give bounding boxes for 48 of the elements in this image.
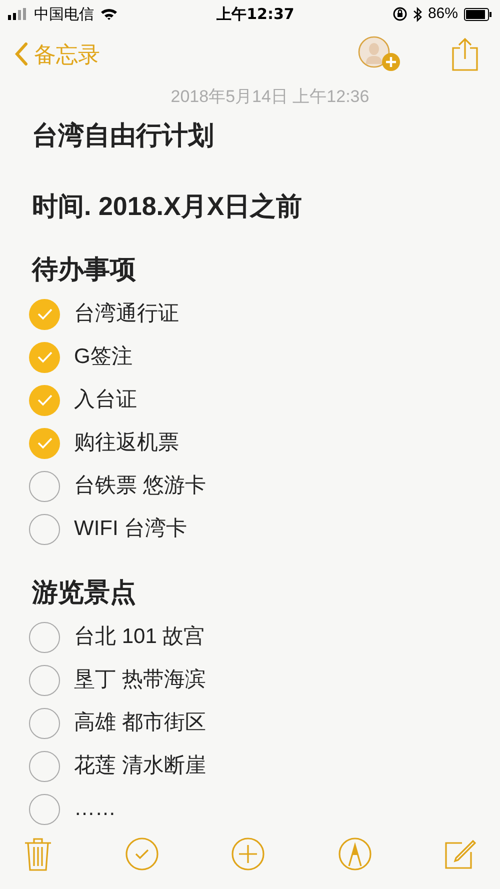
checkbox[interactable] [29,298,60,330]
bluetooth-icon [412,6,422,22]
checkbox[interactable] [29,664,60,696]
battery-icon [464,8,492,20]
add-person-icon[interactable] [358,36,402,72]
section-heading: 待办事项 [32,252,137,286]
compose-icon[interactable] [444,838,476,870]
trash-icon[interactable] [24,837,52,871]
pen-tip-icon[interactable] [338,837,372,871]
signal-icon [8,8,28,20]
wifi-icon [100,7,118,21]
checkbox[interactable] [29,750,60,782]
battery-percent: 86% [428,4,458,24]
note-heading: 时间. 2018.X月X日之前 [32,190,304,222]
checkbox[interactable] [29,428,60,458]
checkbox[interactable] [29,470,60,502]
checkbox[interactable] [29,342,60,372]
checklist-item-text: 台铁票 悠游卡 [74,473,206,500]
checklist-item-text: 垦丁 热带海滨 [74,667,206,694]
checkmark-icon [36,394,52,406]
checkbox[interactable] [29,708,60,738]
checklist-item-text: 花莲 清水断崖 [74,753,206,780]
checkmark-icon [36,351,52,363]
rotation-lock-icon [392,7,407,21]
checklist-icon[interactable] [124,837,158,871]
checkbox[interactable] [29,622,60,652]
share-icon[interactable] [452,37,478,71]
checkmark-icon [36,308,52,320]
checklist-item-text: 购往返机票 [74,430,179,456]
note-date: 2018年5月14日 上午12:36 [170,86,370,108]
status-time: 上午12:37 [216,4,294,25]
back-chevron-icon [14,42,28,66]
add-icon[interactable] [231,837,265,871]
checklist-item-text: 台北 101 故宫 [74,624,205,650]
checklist-item-text: 高雄 都市街区 [74,710,206,736]
note-title: 台湾自由行计划 [32,118,215,152]
back-button[interactable]: 备忘录 [14,38,100,70]
carrier-name: 中国电信 [34,4,94,25]
checkbox[interactable] [29,384,60,416]
checklist-item-text: 台湾通行证 [74,301,179,328]
section-heading: 游览景点 [32,576,137,608]
checkbox[interactable] [29,794,60,824]
checklist-item-text: G签注 [74,344,132,370]
checklist-item-text: WIFI 台湾卡 [74,516,188,542]
checkmark-icon [36,437,52,449]
checkbox[interactable] [29,514,60,544]
checklist-item-text: …… [74,796,116,822]
checklist-item-text: 入台证 [74,387,137,414]
